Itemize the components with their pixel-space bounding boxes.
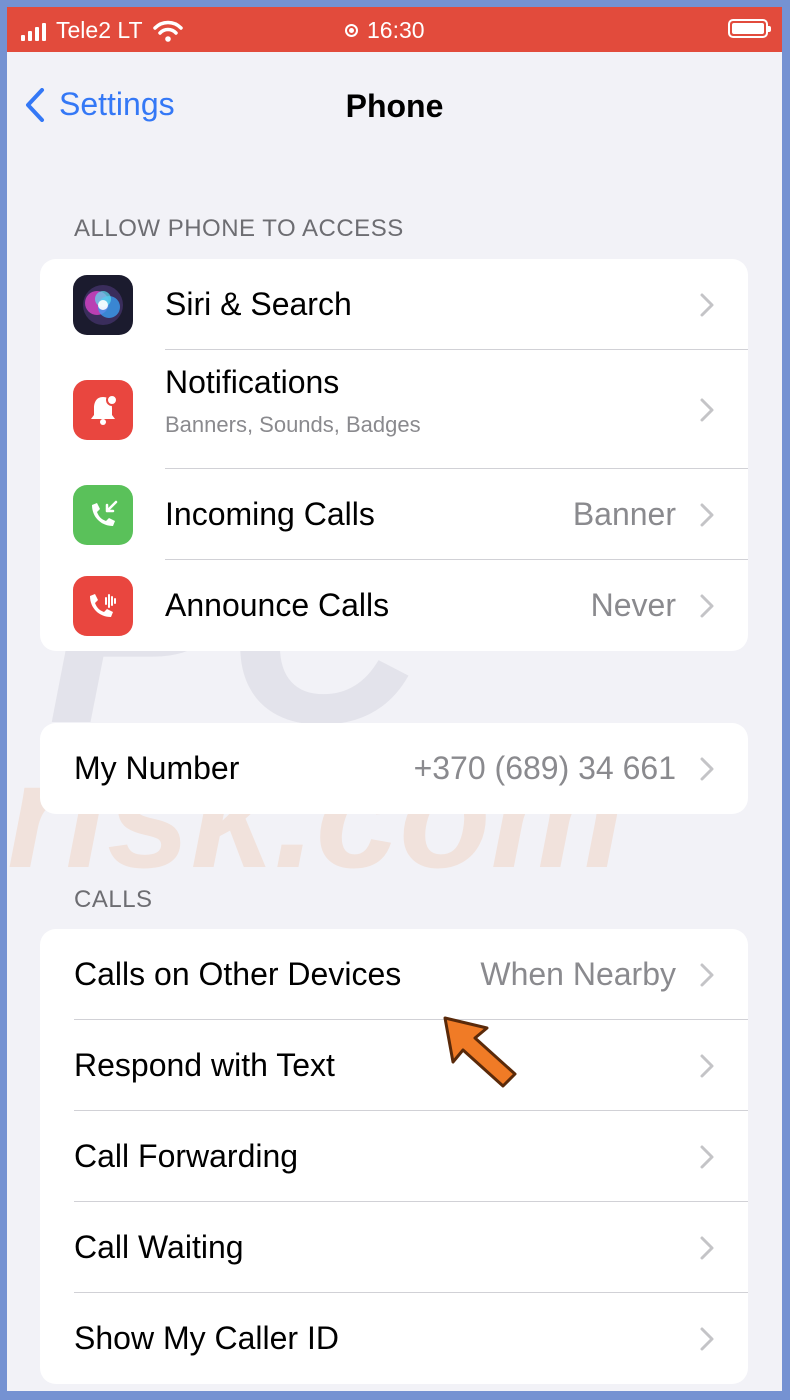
section-header-calls: CALLS	[74, 886, 153, 913]
calls-other-devices-row[interactable]: Calls on Other Devices When Nearby	[40, 929, 748, 1020]
chevron-right-icon	[700, 963, 714, 986]
my-number-value: +370 (689) 34 661	[413, 750, 676, 786]
access-settings-group: Siri & Search Notifications Banners, Sou…	[40, 259, 748, 651]
respond-with-text-row[interactable]: Respond with Text	[40, 1020, 748, 1111]
battery-icon	[728, 19, 771, 38]
calls-other-devices-value: When Nearby	[480, 956, 676, 992]
announce-calls-label: Announce Calls	[165, 587, 390, 623]
notifications-row[interactable]: Notifications Banners, Sounds, Badges	[40, 350, 748, 469]
signal-icon	[21, 21, 46, 41]
chevron-right-icon	[700, 1054, 714, 1077]
location-icon	[345, 24, 358, 37]
my-number-row[interactable]: My Number +370 (689) 34 661	[40, 723, 748, 814]
page-title: Phone	[345, 88, 444, 124]
chevron-right-icon	[700, 594, 714, 617]
pointer-arrow-icon	[443, 1016, 517, 1088]
calls-settings-group: Calls on Other Devices When Nearby Respo…	[40, 929, 748, 1384]
status-left: Tele2 LT	[21, 17, 183, 44]
status-bar: Tele2 LT 16:30	[7, 7, 782, 52]
show-caller-id-row[interactable]: Show My Caller ID	[40, 1293, 748, 1384]
navigation-bar: Settings Phone	[7, 52, 782, 152]
announce-calls-icon	[73, 575, 133, 636]
siri-search-label: Siri & Search	[165, 286, 352, 322]
chevron-right-icon	[700, 757, 714, 780]
notifications-label: Notifications	[165, 364, 340, 400]
incoming-calls-row[interactable]: Incoming Calls Banner	[40, 469, 748, 560]
status-time: 16:30	[367, 17, 425, 43]
incoming-calls-label: Incoming Calls	[165, 496, 375, 532]
chevron-right-icon	[700, 1145, 714, 1168]
chevron-right-icon	[700, 1327, 714, 1350]
wifi-icon	[152, 20, 183, 42]
chevron-right-icon	[700, 503, 714, 526]
section-header-allow-access: ALLOW PHONE TO ACCESS	[74, 215, 404, 242]
show-caller-id-label: Show My Caller ID	[74, 1320, 339, 1356]
notifications-subtitle: Banners, Sounds, Badges	[165, 412, 421, 437]
call-forwarding-row[interactable]: Call Forwarding	[40, 1111, 748, 1202]
incoming-call-icon	[73, 484, 133, 545]
chevron-right-icon	[700, 398, 714, 421]
phone-screen: Tele2 LT 16:30 Settings Phone PC risk.co…	[7, 7, 782, 1391]
calls-other-devices-label: Calls on Other Devices	[74, 956, 402, 992]
chevron-right-icon	[700, 293, 714, 316]
carrier-label: Tele2 LT	[56, 17, 143, 43]
siri-icon	[73, 274, 133, 335]
siri-search-row[interactable]: Siri & Search	[40, 259, 748, 350]
status-center: 16:30	[345, 17, 425, 44]
announce-calls-row[interactable]: Announce Calls Never	[40, 560, 748, 651]
call-waiting-row[interactable]: Call Waiting	[40, 1202, 748, 1293]
call-forwarding-label: Call Forwarding	[74, 1138, 299, 1174]
respond-with-text-label: Respond with Text	[74, 1047, 335, 1083]
incoming-calls-value: Banner	[572, 496, 676, 532]
my-number-group: My Number +370 (689) 34 661	[40, 723, 748, 814]
announce-calls-value: Never	[590, 587, 676, 623]
my-number-label: My Number	[74, 750, 240, 786]
chevron-right-icon	[700, 1236, 714, 1259]
notifications-icon	[73, 379, 133, 440]
call-waiting-label: Call Waiting	[74, 1229, 244, 1265]
